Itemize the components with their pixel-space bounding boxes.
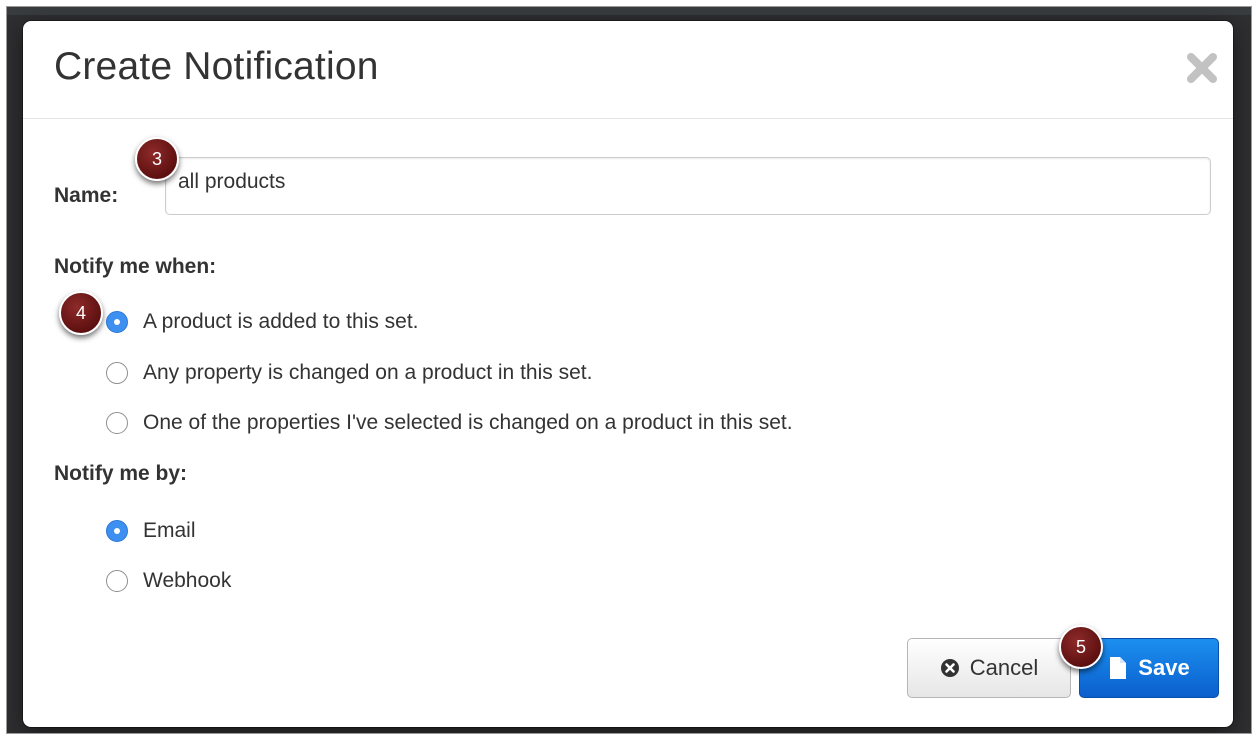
background-strip (7, 7, 1251, 15)
close-icon[interactable] (1185, 51, 1219, 85)
radio-any-property-changed[interactable]: Any property is changed on a product in … (106, 358, 592, 388)
step-badge-4: 4 (59, 291, 103, 335)
create-notification-dialog: Create Notification Name: Notify me when… (23, 21, 1233, 727)
notify-when-label: Notify me when: (54, 255, 217, 278)
radio-selected-property-changed[interactable]: One of the properties I've selected is c… (106, 408, 793, 438)
step-badge-5: 5 (1059, 625, 1103, 669)
screenshot-frame: Create Notification Name: Notify me when… (6, 6, 1252, 734)
step-badge-3: 3 (135, 137, 179, 181)
radio-label: Any property is changed on a product in … (143, 361, 593, 384)
name-input[interactable] (165, 157, 1211, 215)
cancel-button[interactable]: Cancel (907, 638, 1071, 698)
radio-button[interactable] (106, 570, 128, 592)
times-circle-icon (940, 658, 960, 678)
radio-button[interactable] (106, 412, 128, 434)
radio-label: Webhook (143, 569, 232, 592)
file-icon (1108, 656, 1128, 680)
radio-button[interactable] (106, 311, 128, 333)
radio-label: A product is added to this set. (143, 310, 419, 333)
radio-button[interactable] (106, 362, 128, 384)
dialog-title: Create Notification (54, 45, 379, 88)
radio-webhook[interactable]: Webhook (106, 566, 231, 596)
dialog-header: Create Notification (23, 21, 1233, 119)
radio-button[interactable] (106, 520, 128, 542)
radio-label: Email (143, 519, 196, 542)
radio-label: One of the properties I've selected is c… (143, 411, 793, 434)
notify-by-label: Notify me by: (54, 462, 188, 485)
radio-product-added[interactable]: A product is added to this set. (106, 307, 419, 337)
cancel-button-label: Cancel (969, 655, 1039, 680)
radio-email[interactable]: Email (106, 516, 196, 546)
name-label: Name: (54, 184, 119, 207)
save-button-label: Save (1138, 655, 1190, 680)
